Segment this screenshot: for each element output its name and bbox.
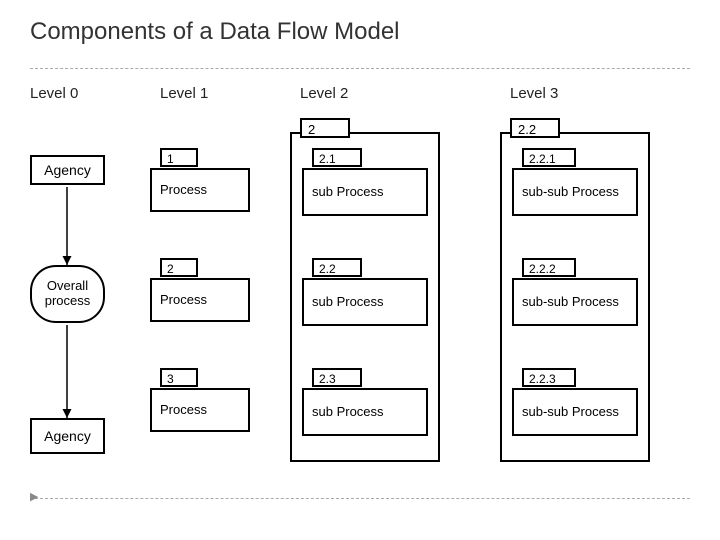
level-header-2: Level 2	[300, 85, 348, 102]
process-id: 2.1	[312, 148, 362, 167]
level3-header-tag: 2.2	[510, 118, 560, 138]
process-label: sub-sub Process	[512, 388, 638, 436]
process-label: Process	[150, 168, 250, 212]
process-label: sub Process	[302, 168, 428, 216]
level-header-1: Level 1	[160, 85, 208, 102]
diagram-title: Components of a Data Flow Model	[30, 18, 400, 46]
external-entity-agency-top: Agency	[30, 155, 105, 185]
process-id: 2.2.3	[522, 368, 576, 387]
level-header-0: Level 0	[30, 85, 78, 102]
process-id: 1	[160, 148, 198, 167]
process-label: sub Process	[302, 388, 428, 436]
process-id: 2	[160, 258, 198, 277]
process-label: sub-sub Process	[512, 168, 638, 216]
process-label: Process	[150, 278, 250, 322]
process-id: 2.2.2	[522, 258, 576, 277]
external-entity-agency-bottom: Agency	[30, 418, 105, 454]
level2-header-tag: 2	[300, 118, 350, 138]
process-id: 2.2.1	[522, 148, 576, 167]
process-id: 2.2	[312, 258, 362, 277]
process-label: sub Process	[302, 278, 428, 326]
level-header-3: Level 3	[510, 85, 558, 102]
divider-top	[30, 68, 690, 69]
play-marker-icon: ▶	[30, 490, 38, 503]
process-id: 3	[160, 368, 198, 387]
process-label: Process	[150, 388, 250, 432]
process-label: sub-sub Process	[512, 278, 638, 326]
process-id: 2.3	[312, 368, 362, 387]
process-overall: Overall process	[30, 265, 105, 323]
divider-bottom	[30, 498, 690, 499]
